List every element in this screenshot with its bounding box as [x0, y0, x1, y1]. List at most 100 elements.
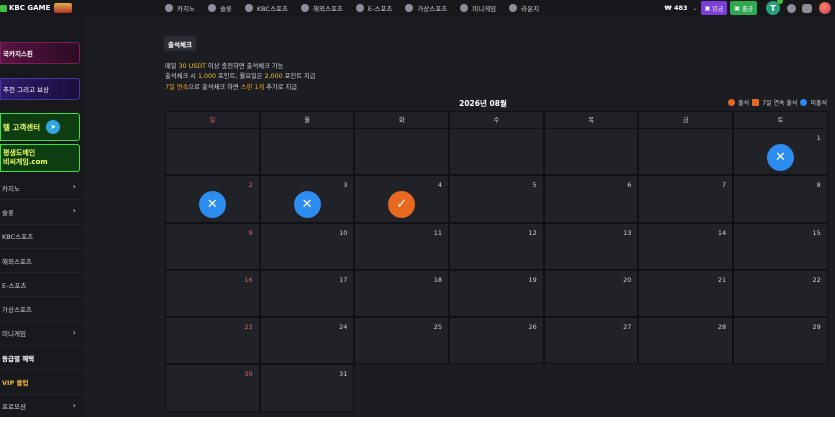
sidebar-item-9[interactable]: 프로모션 ›: [0, 395, 84, 417]
nav-item-4[interactable]: E-스포츠: [355, 3, 392, 13]
calendar-day-cell[interactable]: 26: [449, 317, 544, 365]
chevron-down-icon[interactable]: ⌄: [693, 5, 698, 12]
calendar-day-cell[interactable]: 20: [543, 269, 639, 318]
day-number: 20: [623, 275, 632, 284]
chevron-right-icon: ›: [72, 400, 76, 410]
day-number: 26: [528, 323, 537, 332]
calendar-day-cell[interactable]: 10: [259, 222, 355, 270]
sidebar-item-label: 카지노: [2, 184, 20, 193]
calendar-day-cell[interactable]: 4 ✓: [354, 175, 450, 223]
day-number: 10: [339, 228, 348, 237]
streak-legend-icon: [752, 99, 760, 106]
sidebar-item-0[interactable]: 카지노 ›: [0, 176, 84, 201]
top-navigation-bar: KBC GAME 카지노 슬롯 KBC스포츠 해외스포츠 E-스포츠 가상스포츠 미니게임 라…: [0, 0, 835, 16]
calendar-day-cell[interactable]: 1 ✕: [733, 128, 828, 176]
calendar-day-cell[interactable]: 9: [165, 222, 260, 270]
tether-coin-icon[interactable]: T: [766, 0, 783, 15]
cards-icon: [165, 4, 173, 12]
wallet-out-icon: ▣: [734, 4, 740, 12]
calendar-day-cell[interactable]: 27: [543, 317, 639, 365]
sidebar-menu: 카지노 › 슬롯 › KBC스포츠 해외스포츠 E-스포츠 가상스포츠 미니게임 › 등급별 혜택 V…: [0, 176, 84, 417]
sidebar-item-label: KBC스포츠: [2, 233, 34, 242]
day-number: 23: [244, 323, 253, 332]
site-logo[interactable]: KBC GAME: [0, 0, 73, 16]
calendar-day-cell[interactable]: 3 ✕: [259, 175, 355, 223]
nav-item-5[interactable]: 가상스포츠: [405, 3, 447, 13]
nav-item-0[interactable]: 카지노: [165, 3, 195, 13]
nav-item-1[interactable]: 슬롯: [207, 3, 232, 13]
calendar-day-cell[interactable]: 16: [165, 269, 260, 318]
calendar-day-cell[interactable]: 29: [733, 317, 828, 365]
calendar-day-cell[interactable]: 19: [449, 269, 544, 318]
sidebar-item-6[interactable]: 미니게임 ›: [0, 322, 84, 347]
calendar-day-cell[interactable]: 7: [638, 175, 734, 223]
sidebar-item-3[interactable]: 해외스포츠: [0, 249, 84, 274]
day-number: 18: [433, 275, 443, 284]
day-number: 21: [717, 275, 727, 284]
account-area: ₩ 483 ⌄ ▣ 입금 ▣ 출금 T: [665, 0, 831, 16]
avatar[interactable]: [819, 2, 831, 14]
bell-icon[interactable]: [787, 3, 796, 13]
attendance-calendar: 일월화수목금토 1 ✕ 2 ✕ 3 ✕ 4 ✓ 5 6 7 8 9 10 11 12 13 14 15 16 17 18 1…: [165, 111, 828, 412]
sidebar-item-label: E-스포츠: [2, 281, 27, 290]
promo-referral-reward[interactable]: 추천 그리고 보상: [0, 78, 80, 100]
calendar-day-cell[interactable]: 22: [733, 269, 828, 318]
nav-item-7[interactable]: 라운지: [509, 3, 539, 13]
calendar-day-cell[interactable]: 8: [733, 175, 828, 223]
nav-item-label: 카지노: [177, 5, 195, 13]
calendar-day-cell[interactable]: 25: [354, 317, 450, 365]
trophy-icon: [244, 4, 253, 12]
chevron-right-icon: ›: [72, 206, 76, 216]
calendar-day-cell[interactable]: 17: [259, 269, 355, 318]
sidebar-item-5[interactable]: 가상스포츠: [0, 297, 84, 322]
calendar-day-cell[interactable]: 21: [638, 269, 734, 318]
day-number: 12: [528, 228, 537, 237]
telegram-icon: ➤: [46, 120, 61, 134]
chat-icon[interactable]: [802, 3, 812, 13]
day-number: 28: [717, 323, 727, 332]
withdraw-button[interactable]: ▣ 출금: [730, 1, 757, 15]
virtual-sports-icon: [405, 4, 414, 12]
sidebar-item-4[interactable]: E-스포츠: [0, 273, 84, 298]
calendar-day-cell[interactable]: 11: [354, 222, 450, 270]
calendar-day-cell[interactable]: 6: [543, 175, 639, 223]
calendar-day-cell[interactable]: 30: [165, 364, 260, 412]
calendar-day-cell[interactable]: 24: [259, 317, 355, 365]
calendar-day-cell[interactable]: 18: [354, 269, 450, 318]
main-content: 출석체크 매일 30 USDT 이상 충전하면 출석체크 가능 출석체크 시 1…: [84, 16, 835, 417]
nav-item-2[interactable]: KBC스포츠: [244, 3, 288, 13]
calendar-day-cell[interactable]: 13: [543, 222, 639, 270]
info-line-3: 7일 연속으로 출석체크 하면 스핀 1개 추가로 지급: [165, 83, 298, 91]
sidebar-item-7[interactable]: 등급별 혜택: [0, 346, 84, 371]
calendar-day-cell[interactable]: 12: [449, 222, 544, 270]
promo-domain-line1: 평생도메인: [3, 149, 36, 157]
calendar-day-cell[interactable]: 31: [259, 364, 355, 412]
promo-telegram-support[interactable]: 텔 고객센터 ➤: [0, 113, 80, 141]
nav-item-3[interactable]: 해외스포츠: [301, 3, 343, 13]
sidebar-item-2[interactable]: KBC스포츠: [0, 225, 84, 249]
nav-item-6[interactable]: 미니게임: [460, 3, 496, 13]
logo-mark-icon: [0, 4, 7, 12]
calendar-day-cell[interactable]: 23: [165, 317, 260, 365]
gamepad-icon: [355, 4, 364, 12]
legend-missed-label: 미출석: [810, 100, 827, 107]
calendar-day-cell[interactable]: 2 ✕: [165, 175, 260, 223]
calendar-day-cell[interactable]: 15: [733, 222, 828, 270]
wallet-balance[interactable]: ₩ 483: [665, 4, 688, 12]
calendar-day-cell[interactable]: 14: [638, 222, 734, 270]
sidebar-item-8[interactable]: VIP 클럽: [0, 370, 84, 395]
calendar-weekday-header: 일월화수목금토: [165, 111, 828, 130]
page-bottom-area: [0, 417, 835, 446]
calendar-grid: 1 ✕ 2 ✕ 3 ✕ 4 ✓ 5 6 7 8 9 10 11 12 13 14 15 16 17 18 19 20 21 22 2…: [165, 128, 828, 412]
calendar-day-cell: [449, 128, 544, 176]
calendar-day-cell[interactable]: 28: [638, 317, 734, 365]
day-number: 4: [437, 181, 443, 190]
deposit-button[interactable]: ▣ 입금: [700, 1, 728, 15]
nav-item-label: 미니게임: [472, 5, 497, 13]
promo-permanent-domain[interactable]: 평생도메인 비씨게임.com: [0, 144, 80, 172]
calendar-day-cell[interactable]: 5: [449, 175, 544, 223]
sidebar-item-1[interactable]: 슬롯 ›: [0, 200, 84, 225]
app-window: KBC GAME 카지노 슬롯 KBC스포츠 해외스포츠 E-스포츠 가상스포츠 미니게임 라…: [0, 0, 835, 417]
day-number: 3: [343, 181, 348, 190]
promo-casino-spin[interactable]: 국카지스핀: [0, 42, 80, 64]
